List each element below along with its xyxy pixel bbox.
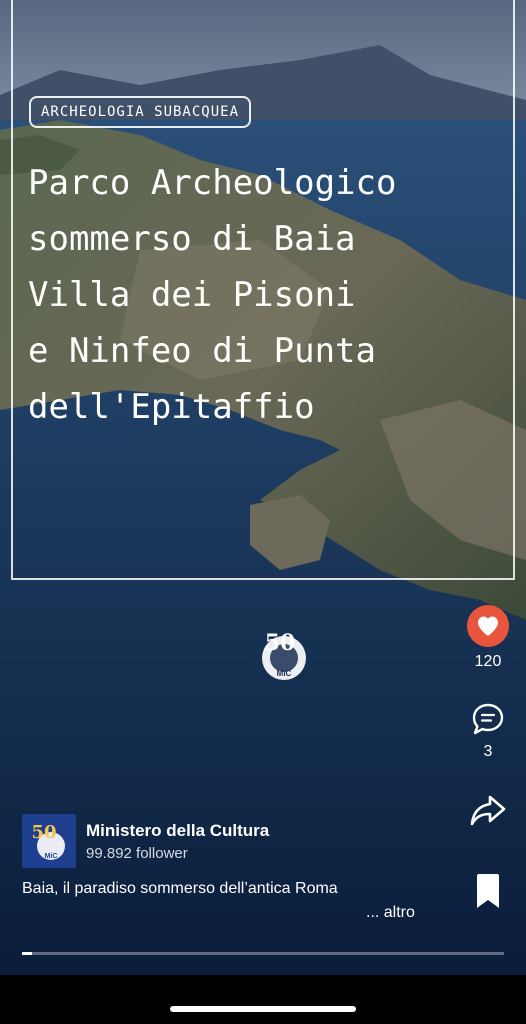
playback-progress-bar[interactable]	[22, 952, 504, 955]
bookmark-icon[interactable]	[474, 873, 502, 909]
mic-50-logo: 50 MiC	[258, 626, 310, 684]
home-indicator[interactable]	[170, 1006, 356, 1012]
comment-action[interactable]: 3	[466, 701, 510, 761]
avatar-sub: MiC	[45, 853, 58, 860]
like-action[interactable]: 120	[466, 605, 510, 671]
comment-count: 3	[483, 743, 493, 760]
bookmark-action[interactable]	[466, 873, 510, 909]
follower-count: 99.892 follower	[86, 844, 188, 862]
share-action[interactable]	[466, 791, 510, 829]
post-title: Parco Archeologico sommerso di Baia Vill…	[28, 163, 397, 427]
comment-icon[interactable]	[470, 701, 506, 737]
avatar-number: 50	[31, 822, 56, 843]
like-count: 120	[474, 653, 502, 670]
playback-progress-fill	[22, 952, 32, 955]
avatar[interactable]: 50 MiC	[22, 814, 76, 868]
mic-logo-number: 50	[265, 630, 296, 656]
heart-icon	[478, 616, 498, 636]
author-name[interactable]: Ministero della Cultura	[86, 821, 269, 841]
like-button[interactable]	[467, 605, 509, 647]
post-caption: Baia, il paradiso sommerso dell’antica R…	[22, 880, 338, 897]
caption-more-link[interactable]: ... altro	[366, 904, 415, 922]
share-icon[interactable]	[468, 791, 508, 829]
author-block[interactable]: 50 MiC Ministero della Cultura 99.892 fo…	[22, 814, 269, 868]
mic-logo-sub: MiC	[277, 669, 292, 678]
category-tag: ARCHEOLOGIA SUBACQUEA	[29, 96, 252, 128]
category-tag-label: ARCHEOLOGIA SUBACQUEA	[41, 104, 240, 120]
